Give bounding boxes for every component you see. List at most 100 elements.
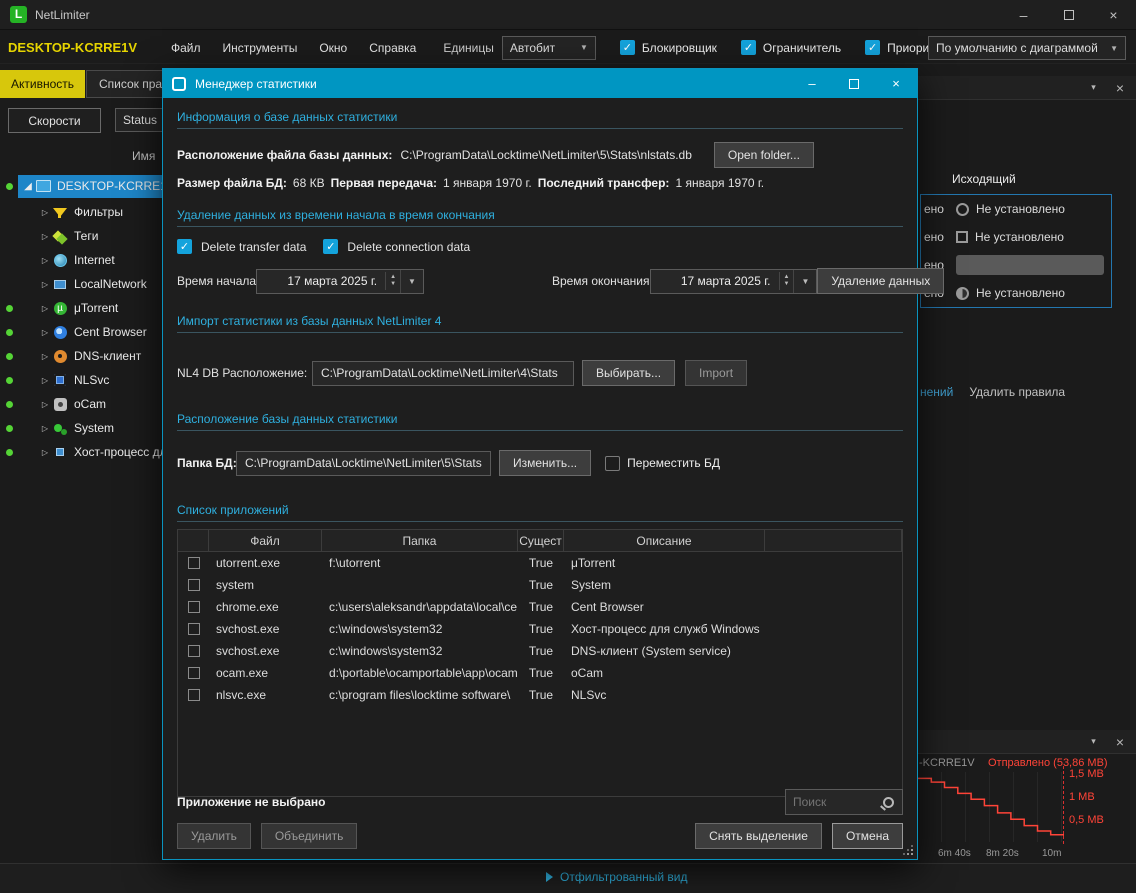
utorrent-icon: µ	[52, 301, 68, 316]
merge-button[interactable]: Объединить	[261, 823, 358, 849]
section-divider	[177, 226, 903, 227]
y-tick-label: 0,5 МВ	[1069, 814, 1104, 826]
import-button[interactable]: Import	[685, 360, 747, 386]
db-folder-label: Папка БД:	[177, 456, 236, 470]
table-row[interactable]: nlsvc.exe c:\program files\locktime soft…	[178, 684, 902, 706]
clear-selection-button[interactable]: Снять выделение	[695, 823, 822, 849]
chevron-down-icon[interactable]: ▼	[400, 270, 423, 293]
tree-node-label: NLSvc	[74, 373, 109, 387]
expander-icon[interactable]: ▷	[38, 328, 52, 337]
spinner-icon[interactable]: ▲▼	[385, 272, 400, 290]
expander-icon[interactable]: ▷	[38, 208, 52, 217]
limiter-toggle[interactable]: ✓ Ограничитель	[741, 40, 841, 55]
radio-icon[interactable]	[956, 203, 969, 216]
expander-icon[interactable]: ▷	[38, 400, 52, 409]
end-date-picker[interactable]: 17 марта 2025 г. ▲▼ ▼	[650, 269, 818, 294]
not-set-label: Не установлено	[976, 286, 1065, 300]
db-folder-input[interactable]: C:\ProgramData\Locktime\NetLimiter\5\Sta…	[236, 451, 491, 476]
expander-open-icon[interactable]: ◢	[21, 181, 35, 192]
selected-value-bar[interactable]	[956, 255, 1104, 275]
menu-help[interactable]: Справка	[358, 36, 427, 60]
nl4-location-input[interactable]: C:\ProgramData\Locktime\NetLimiter\4\Sta…	[312, 361, 574, 386]
radio-partial-icon[interactable]	[956, 287, 969, 300]
cell-file: svchost.exe	[209, 622, 322, 636]
minimize-button[interactable]: –	[1001, 0, 1046, 30]
checkbox-unchecked-icon[interactable]	[605, 456, 620, 471]
table-row[interactable]: svchost.exe c:\windows\system32 True DNS…	[178, 640, 902, 662]
expander-icon[interactable]: ▷	[38, 232, 52, 241]
menu-window[interactable]: Окно	[308, 36, 358, 60]
close-button[interactable]: ×	[1091, 0, 1136, 30]
start-date-picker[interactable]: 17 марта 2025 г. ▲▼ ▼	[256, 269, 424, 294]
titlebar: L NetLimiter – ×	[0, 0, 1136, 30]
expander-icon[interactable]: ▷	[38, 352, 52, 361]
search-box	[785, 789, 903, 815]
expander-icon[interactable]: ▷	[38, 280, 52, 289]
section-info-header: Информация о базе данных статистики	[177, 110, 903, 124]
clipped-link-text[interactable]: нений	[920, 385, 953, 399]
menu-file[interactable]: Файл	[160, 36, 212, 60]
search-input[interactable]	[786, 795, 883, 809]
expander-icon[interactable]: ▷	[38, 448, 52, 457]
search-icon[interactable]	[883, 797, 894, 808]
resize-grip[interactable]	[902, 844, 914, 856]
checkbox-checked-icon[interactable]: ✓	[323, 239, 338, 254]
row-checkbox[interactable]	[188, 689, 200, 701]
limit-row-selected[interactable]: ено	[921, 251, 1111, 279]
checkbox-checked-icon[interactable]: ✓	[177, 239, 192, 254]
spinner-icon[interactable]: ▲▼	[779, 272, 794, 290]
table-row[interactable]: chrome.exe c:\users\aleksandr\appdata\lo…	[178, 596, 902, 618]
header-description: Описание	[564, 530, 765, 551]
checkbox-icon[interactable]	[956, 231, 968, 243]
row-checkbox[interactable]	[188, 645, 200, 657]
units-combo[interactable]: Автобит ▼	[502, 36, 596, 60]
table-row[interactable]: svchost.exe c:\windows\system32 True Хос…	[178, 618, 902, 640]
expander-icon[interactable]: ▷	[38, 424, 52, 433]
limit-row[interactable]: ено Не установлено	[921, 223, 1111, 251]
dialog-minimize-button[interactable]: –	[791, 69, 833, 98]
table-row[interactable]: system True System	[178, 574, 902, 596]
first-transfer-label: Первая передача:	[331, 176, 437, 190]
tree-node-label: Internet	[74, 253, 115, 267]
cell-file: svchost.exe	[209, 644, 322, 658]
close-icon[interactable]: ×	[1116, 80, 1124, 96]
row-checkbox[interactable]	[188, 667, 200, 679]
row-checkbox[interactable]	[188, 557, 200, 569]
choose-button[interactable]: Выбирать...	[582, 360, 675, 386]
activity-dot-icon	[6, 425, 13, 432]
chevron-down-icon[interactable]: ▼	[793, 270, 816, 293]
row-checkbox[interactable]	[188, 623, 200, 635]
chevron-down-icon[interactable]: ▾	[1091, 82, 1096, 93]
expander-icon[interactable]: ▷	[38, 376, 52, 385]
tab-activity[interactable]: Активность	[0, 70, 85, 98]
blocker-toggle[interactable]: ✓ Блокировщик	[620, 40, 717, 55]
delete-button[interactable]: Удалить	[177, 823, 251, 849]
dialog-close-button[interactable]: ×	[875, 69, 917, 98]
limit-row[interactable]: ено Не установлено	[921, 279, 1111, 307]
outgoing-header: Исходящий	[952, 172, 1016, 186]
open-folder-button[interactable]: Open folder...	[714, 142, 814, 168]
tree-node-label: oCam	[74, 397, 106, 411]
delete-rules-link[interactable]: Удалить правила	[969, 385, 1065, 399]
expander-icon[interactable]: ▷	[38, 256, 52, 265]
chevron-down-icon[interactable]: ▾	[1091, 736, 1096, 747]
maximize-icon	[1064, 10, 1074, 20]
maximize-button[interactable]	[1046, 0, 1091, 30]
view-preset-combo[interactable]: По умолчанию с диаграммой ▼	[928, 36, 1126, 60]
cancel-button[interactable]: Отмена	[832, 823, 903, 849]
netlimiter-logo-icon	[172, 77, 186, 91]
speeds-button[interactable]: Скорости	[8, 108, 101, 133]
change-button[interactable]: Изменить...	[499, 450, 591, 476]
dialog-maximize-button[interactable]	[833, 69, 875, 98]
start-date-value: 17 марта 2025 г.	[257, 274, 385, 288]
delete-data-button[interactable]: Удаление данных	[817, 268, 944, 294]
row-checkbox[interactable]	[188, 601, 200, 613]
row-checkbox[interactable]	[188, 579, 200, 591]
filtered-view-expander[interactable]: Отфильтрованный вид	[546, 870, 687, 884]
limit-row[interactable]: ено Не установлено	[921, 195, 1111, 223]
expander-icon[interactable]: ▷	[38, 304, 52, 313]
table-row[interactable]: utorrent.exe f:\utorrent True μTorrent	[178, 552, 902, 574]
menu-tools[interactable]: Инструменты	[212, 36, 309, 60]
table-row[interactable]: ocam.exe d:\portable\ocamportable\app\oc…	[178, 662, 902, 684]
close-icon[interactable]: ×	[1116, 734, 1124, 750]
